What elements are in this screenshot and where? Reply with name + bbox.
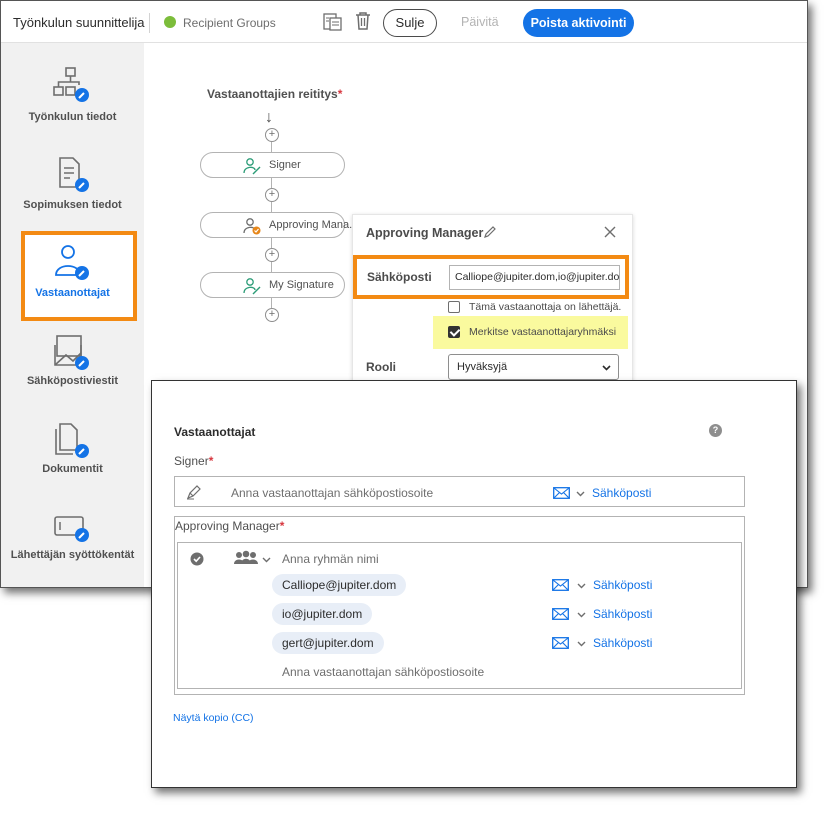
is-sender-checkbox[interactable] [448, 301, 460, 313]
help-icon[interactable]: ? [709, 424, 722, 437]
delivery-method-link[interactable]: Sähköposti [593, 607, 652, 621]
chevron-down-icon[interactable] [262, 555, 271, 564]
signer-recipient-row[interactable]: Anna vastaanottajan sähköpostiosoite Säh… [174, 476, 745, 507]
mark-group-checkbox[interactable] [448, 326, 460, 338]
sidebar-item-label: Työnkulun tiedot [28, 111, 117, 123]
status-dot-icon [164, 16, 176, 28]
pen-icon [186, 485, 201, 500]
delivery-method-link[interactable]: Sähköposti [593, 636, 652, 650]
email-icon [552, 608, 569, 620]
approving-manager-label: Approving Manager* [175, 519, 284, 533]
email-highlight: Sähköposti Calliope@jupiter.dom,io@jupit… [353, 255, 629, 299]
documents-icon [55, 423, 89, 458]
signer-icon [243, 158, 261, 175]
delivery-method-link[interactable]: Sähköposti [593, 578, 652, 592]
chevron-down-icon [602, 365, 611, 371]
group-name-input[interactable]: Anna ryhmän nimi [282, 552, 379, 566]
connector [271, 238, 272, 248]
add-step-icon[interactable]: + [265, 188, 279, 202]
connector [271, 142, 272, 152]
checkmark-circle-icon [190, 552, 204, 566]
close-icon[interactable] [603, 225, 617, 239]
approving-manager-section: Approving Manager* Anna ryhmän nimi Call… [174, 516, 745, 695]
sidebar-item-label: Dokumentit [42, 463, 103, 475]
approver-icon [243, 218, 261, 235]
sender-input-fields-icon [54, 516, 89, 542]
panel-title: Approving Manager [366, 226, 484, 240]
connector [271, 178, 272, 188]
recipients-window: Vastaanottajat ? Signer* Anna vastaanott… [151, 380, 797, 788]
chevron-down-icon[interactable] [577, 581, 586, 590]
close-button[interactable]: Sulje [383, 9, 437, 37]
connector [271, 262, 272, 272]
approving-manager-label-text: Approving Manager [175, 519, 280, 533]
required-mark: * [208, 454, 214, 468]
role-value: Hyväksyjä [457, 361, 508, 373]
user-group-icon[interactable] [234, 550, 258, 566]
is-sender-label: Tämä vastaanottaja on lähettäjä. [469, 301, 622, 313]
deactivate-button[interactable]: Poista aktivointi [523, 9, 634, 37]
route-step-label: Approving Mana... [269, 219, 359, 231]
email-icon [552, 579, 569, 591]
recipient-group-box: Anna ryhmän nimi Calliope@jupiter.dom Sä… [177, 542, 742, 689]
add-step-icon[interactable]: + [265, 128, 279, 142]
update-button[interactable]: Päivitä [461, 15, 499, 29]
route-step-my-signature[interactable]: My Signature [200, 272, 345, 298]
trash-icon[interactable] [354, 11, 372, 31]
top-bar: Työnkulun suunnittelija Recipient Groups… [1, 1, 807, 43]
recipients-title: Vastaanottajat [174, 425, 256, 439]
pencil-icon[interactable] [483, 225, 497, 239]
required-mark: * [279, 519, 285, 533]
signer-label-text: Signer [174, 454, 209, 468]
add-step-icon[interactable]: + [265, 248, 279, 262]
email-icon [552, 637, 569, 649]
mark-group-label: Merkitse vastaanottajaryhmäksi [469, 326, 617, 338]
agreement-info-icon [59, 157, 89, 192]
signer-email-input[interactable]: Anna vastaanottajan sähköpostiosoite [231, 486, 433, 500]
delivery-method-link[interactable]: Sähköposti [592, 486, 651, 500]
document-list-icon[interactable] [323, 12, 343, 32]
add-recipient-input[interactable]: Anna vastaanottajan sähköpostiosoite [282, 665, 484, 679]
route-step-signer[interactable]: Signer [200, 152, 345, 178]
sidebar: Työnkulun tiedot Sopimuksen tiedot Vasta… [1, 43, 144, 587]
routing-title: Vastaanottajien reititys* [207, 87, 342, 101]
routing-title-text: Vastaanottajien reititys [207, 87, 338, 101]
recipient-properties-panel: Approving Manager Sähköposti Calliope@ju… [352, 214, 633, 394]
app-title: Työnkulun suunnittelija [13, 15, 145, 30]
chevron-down-icon[interactable] [577, 639, 586, 648]
route-step-label: Signer [269, 159, 301, 171]
connector [271, 298, 272, 308]
recipient-chip[interactable]: gert@jupiter.dom [272, 632, 384, 654]
workflow-info-icon [53, 67, 89, 102]
recipient-chip[interactable]: Calliope@jupiter.dom [272, 574, 407, 596]
route-step-label: My Signature [269, 279, 334, 291]
email-icon [553, 487, 570, 499]
email-label: Sähköposti [367, 270, 432, 284]
sidebar-item-label: Lähettäjän syöttökentät [10, 549, 135, 561]
signer-icon [243, 278, 261, 295]
chevron-down-icon[interactable] [577, 610, 586, 619]
recipient-chip[interactable]: io@jupiter.dom [272, 603, 373, 625]
connector [271, 202, 272, 212]
role-label: Rooli [366, 360, 396, 374]
sidebar-item-label: Vastaanottajat [35, 287, 110, 299]
workflow-name: Recipient Groups [183, 16, 276, 30]
email-field[interactable]: Calliope@jupiter.dom,io@jupiter.dom,gert… [449, 265, 620, 290]
signer-role-label: Signer* [174, 454, 213, 468]
chevron-down-icon[interactable] [576, 489, 585, 498]
email-messages-icon [54, 335, 89, 370]
recipients-icon [55, 245, 89, 280]
divider [149, 13, 150, 33]
sidebar-item-label: Sopimuksen tiedot [23, 199, 122, 211]
arrow-down-icon: ↓ [265, 109, 273, 126]
sidebar-item-label: Sähköpostiviestit [26, 375, 119, 387]
add-step-icon[interactable]: + [265, 308, 279, 322]
required-mark: * [337, 87, 343, 101]
route-step-approving-manager[interactable]: Approving Mana... [200, 212, 358, 238]
show-cc-link[interactable]: Näytä kopio (CC) [173, 712, 254, 724]
role-select[interactable]: Hyväksyjä [448, 354, 619, 380]
